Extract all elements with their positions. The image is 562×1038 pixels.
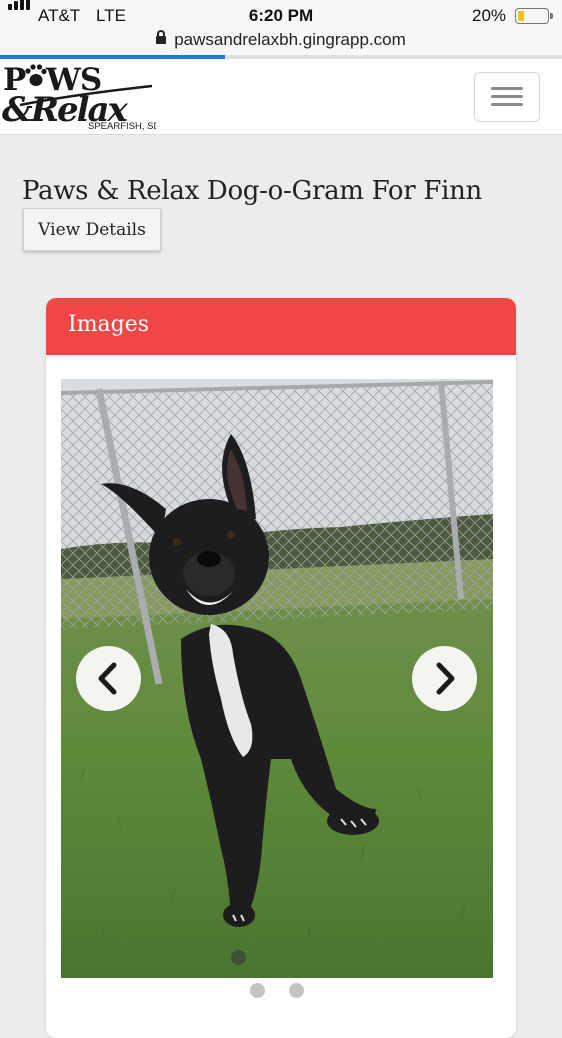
carousel-next-button[interactable] xyxy=(412,646,477,711)
carousel-indicator-photo-dot[interactable] xyxy=(231,950,246,965)
status-bar: AT&T LTE 6:20 PM 20% xyxy=(0,0,562,30)
chevron-right-icon xyxy=(436,662,455,695)
page-title: Paws & Relax Dog-o-Gram For Finn xyxy=(22,176,482,206)
site-logo[interactable]: P WS &Relax SPEARFISH, SD xyxy=(0,59,160,134)
view-details-button[interactable]: View Details xyxy=(23,208,161,251)
images-card-header: Images xyxy=(46,298,516,355)
images-card-title: Images xyxy=(68,312,150,337)
carousel-prev-button[interactable] xyxy=(76,646,141,711)
lock-icon xyxy=(156,30,167,44)
address-bar[interactable]: pawsandrelaxbh.gingrapp.com xyxy=(0,30,562,56)
hamburger-menu-icon[interactable] xyxy=(474,72,540,122)
carousel-indicator-2[interactable] xyxy=(289,983,304,998)
svg-text:SPEARFISH, SD: SPEARFISH, SD xyxy=(88,121,156,132)
battery-icon xyxy=(515,8,553,24)
url-text[interactable]: pawsandrelaxbh.gingrapp.com xyxy=(174,30,406,49)
battery-percent: 20% xyxy=(472,6,507,25)
carousel-indicator-1[interactable] xyxy=(250,983,265,998)
chevron-left-icon xyxy=(98,662,117,695)
site-header: P WS &Relax SPEARFISH, SD xyxy=(0,59,562,135)
